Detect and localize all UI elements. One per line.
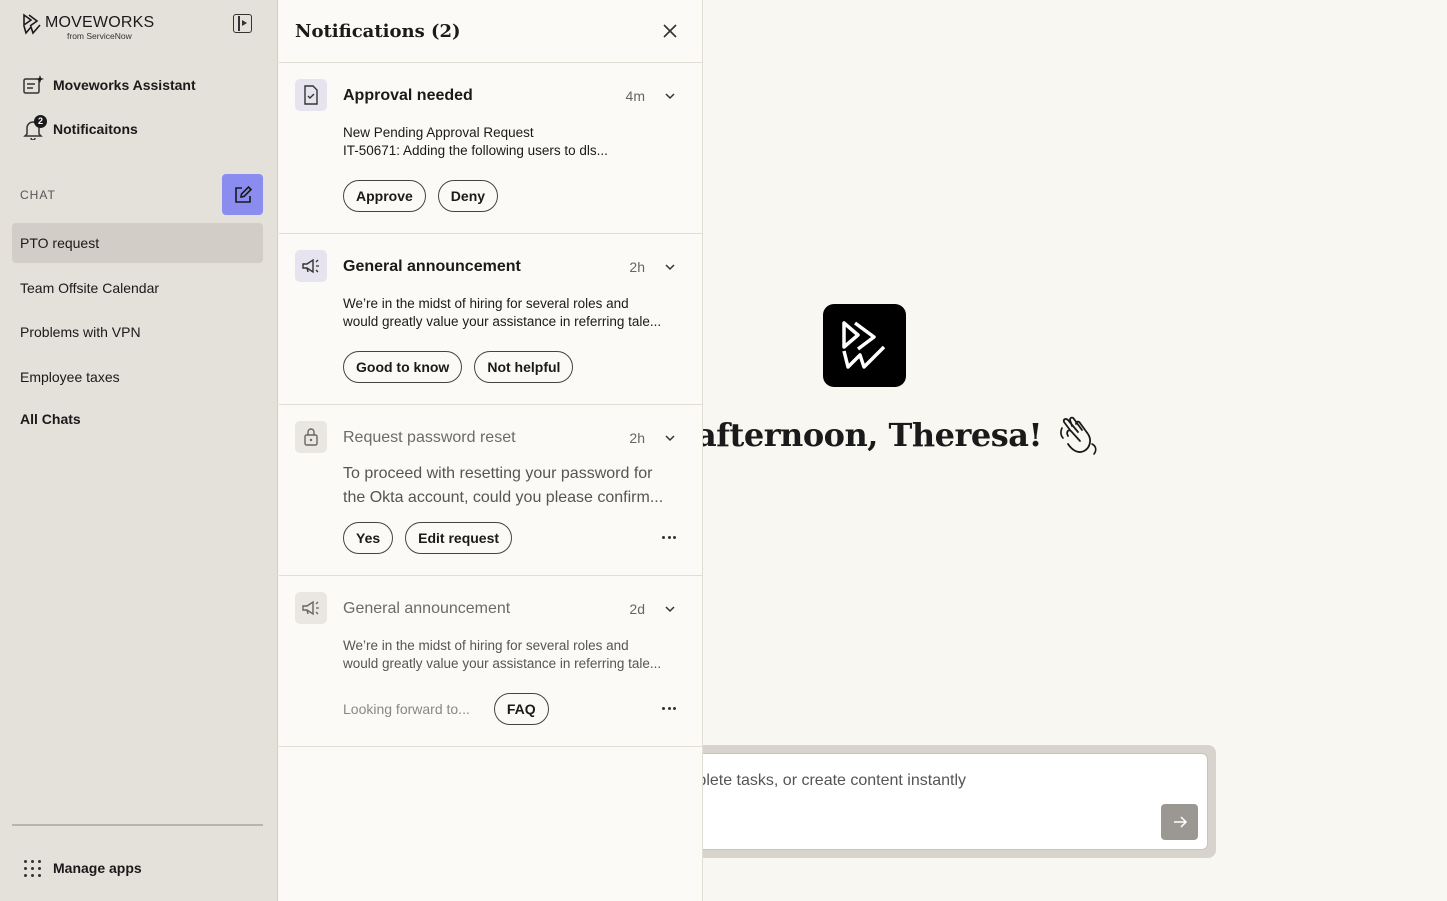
moveworks-mark-icon — [841, 320, 885, 369]
notification-icon — [295, 592, 327, 624]
notification-body: To proceed with resetting your password … — [343, 462, 689, 510]
notification-card: Request password reset 2h To proceed wit… — [279, 405, 702, 576]
chat-item-pto-request[interactable]: PTO request — [12, 223, 263, 263]
edit-request-button[interactable]: Edit request — [405, 522, 513, 554]
compose-icon — [234, 185, 252, 203]
megaphone-icon — [302, 600, 319, 616]
not-helpful-button[interactable]: Not helpful — [474, 351, 574, 383]
greeting-heading: Good afternoon, Theresa! — [703, 416, 1042, 454]
notification-time: 2h — [629, 430, 645, 446]
moveworks-app-logo — [823, 304, 906, 387]
approval-document-icon — [304, 85, 318, 105]
notification-time: 4m — [625, 88, 645, 104]
composer-container: Ask anything, complete tasks, or create … — [703, 745, 1216, 858]
nav-notifications-label: Notificaitons — [53, 121, 138, 137]
notification-body: New Pending Approval Request IT-50671: A… — [343, 124, 689, 160]
notification-title: General announcement — [343, 600, 511, 617]
notification-body: We’re in the midst of hiring for several… — [343, 637, 689, 673]
notification-icon — [295, 250, 327, 282]
notification-actions: Looking forward to... FAQ — [343, 693, 561, 725]
approve-button[interactable]: Approve — [343, 180, 426, 212]
notification-line: We’re in the midst of hiring for several… — [343, 638, 629, 653]
bell-icon: 2 — [22, 115, 47, 141]
notification-time: 2d — [629, 601, 645, 617]
composer-placeholder: Ask anything, complete tasks, or create … — [703, 772, 966, 789]
sidebar: MOVEWORKS from ServiceNow Moveworks Assi… — [0, 0, 278, 901]
faq-button[interactable]: FAQ — [493, 693, 549, 725]
notification-card: Approval needed 4m New Pending Approval … — [279, 63, 702, 234]
chevron-down-icon[interactable] — [664, 432, 676, 444]
notification-body: We’re in the midst of hiring for several… — [343, 295, 689, 331]
chevron-down-icon[interactable] — [664, 603, 676, 615]
notification-icon — [295, 79, 327, 111]
notification-actions: Yes Edit request — [343, 522, 524, 554]
more-options-icon[interactable] — [662, 536, 676, 540]
nav-moveworks-assistant[interactable]: Moveworks Assistant — [22, 74, 196, 96]
waving-hand-icon — [1060, 416, 1097, 455]
arrow-right-icon — [1173, 816, 1187, 828]
chat-item-employee-taxes[interactable]: Employee taxes — [12, 357, 263, 397]
notification-line: To proceed with resetting your password … — [343, 465, 653, 482]
new-chat-button[interactable] — [222, 174, 263, 215]
notifications-title: Notifications (2) — [295, 20, 461, 42]
notification-actions: Good to know Not helpful — [343, 351, 585, 383]
send-button[interactable] — [1161, 804, 1198, 840]
nav-notifications[interactable]: 2 Notificaitons — [22, 115, 138, 141]
manage-apps-label: Manage apps — [53, 860, 142, 876]
lock-icon — [304, 428, 318, 446]
chevron-down-icon[interactable] — [664, 90, 676, 102]
close-icon[interactable] — [660, 21, 680, 41]
sidebar-divider — [12, 824, 263, 826]
notification-card: General announcement 2h We’re in the mid… — [279, 234, 702, 405]
chat-composer-input[interactable]: Ask anything, complete tasks, or create … — [703, 753, 1208, 850]
notification-actions: Approve Deny — [343, 180, 510, 212]
notification-icon — [295, 421, 327, 453]
deny-button[interactable]: Deny — [437, 180, 499, 212]
good-to-know-button[interactable]: Good to know — [343, 351, 463, 383]
assistant-icon — [23, 75, 44, 94]
notifications-panel: Notifications (2) Approval needed 4m New… — [279, 0, 703, 901]
notification-count-badge: 2 — [34, 115, 47, 128]
notification-preview-text: Looking forward to... — [343, 701, 470, 717]
collapse-sidebar-icon[interactable] — [233, 14, 252, 33]
notification-line: the Okta account, could you please confi… — [343, 489, 664, 506]
brand-logo: MOVEWORKS from ServiceNow — [22, 12, 154, 41]
chat-list: PTO request Team Offsite Calendar Proble… — [12, 223, 263, 401]
notification-line: would greatly value your assistance in r… — [343, 656, 662, 671]
manage-apps-button[interactable]: Manage apps — [22, 858, 142, 878]
megaphone-icon — [302, 258, 319, 274]
chat-item-vpn[interactable]: Problems with VPN — [12, 312, 263, 352]
notification-line: New Pending Approval Request — [343, 125, 534, 140]
notification-title: Request password reset — [343, 429, 516, 446]
notifications-header: Notifications (2) — [279, 0, 702, 63]
more-options-icon[interactable] — [662, 707, 676, 711]
notification-line: We’re in the midst of hiring for several… — [343, 296, 629, 311]
notification-time: 2h — [629, 259, 645, 275]
chat-section-label: CHAT — [20, 188, 56, 202]
notification-title: Approval needed — [343, 87, 473, 104]
yes-button[interactable]: Yes — [343, 522, 394, 554]
chat-item-team-offsite[interactable]: Team Offsite Calendar — [12, 268, 263, 308]
notification-title: General announcement — [343, 258, 521, 275]
all-chats-link[interactable]: All Chats — [20, 411, 81, 427]
apps-grid-icon — [22, 858, 42, 878]
notification-line: would greatly value your assistance in r… — [343, 314, 662, 329]
nav-assistant-label: Moveworks Assistant — [53, 77, 196, 93]
chevron-down-icon[interactable] — [664, 261, 676, 273]
greeting-clip: Good afternoon, Theresa! — [703, 414, 1203, 460]
notification-line: IT-50671: Adding the following users to … — [343, 143, 608, 158]
moveworks-logo-icon — [23, 13, 41, 35]
notification-card: General announcement 2d We’re in the mid… — [279, 576, 702, 747]
